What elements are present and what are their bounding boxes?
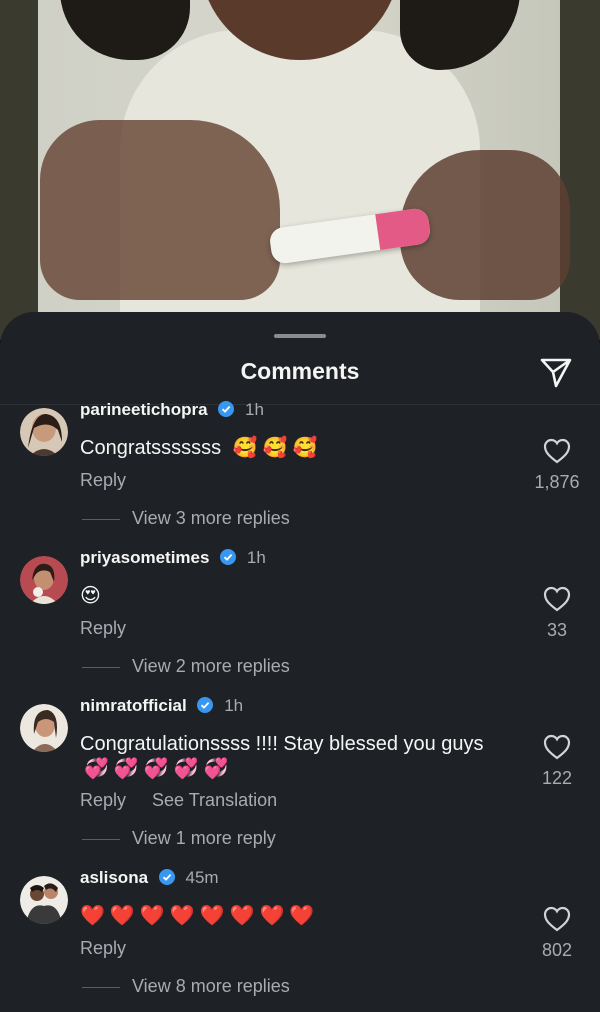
avatar[interactable] [20,408,68,456]
reply-line [82,518,120,520]
reply-button[interactable]: Reply [80,470,126,490]
post-image-hand-left [40,120,280,300]
emoji: ❤️ [169,905,195,927]
username-row: nimratofficial 1h [80,696,243,716]
emoji: 😍 [80,585,101,607]
emoji: ❤️ [109,905,135,927]
comment-time: 1h [246,548,266,567]
reply-button[interactable]: Reply [80,790,126,810]
comment-text: ❤️ ❤️ ❤️ ❤️ ❤️ ❤️ ❤️ ❤️ [80,904,500,929]
emoji: 💞 [113,758,139,780]
comment-text: 😍 [80,584,500,609]
like-count: 802 [541,940,573,960]
emoji: 💞 [143,758,169,780]
reply-line [82,666,120,668]
emoji: ❤️ [229,905,255,927]
reply-button[interactable]: Reply [80,938,126,958]
username-row: parineetichopra 1h [80,400,264,420]
like-count: 1,876 [534,472,580,492]
heart-outline-icon[interactable] [543,906,571,932]
post-image-hair [400,0,520,70]
view-more-replies[interactable]: View 8 more replies [82,976,290,997]
emoji: ❤️ [139,905,165,927]
like-count: 33 [546,620,568,640]
username[interactable]: priyasometimes [80,548,209,567]
sheet-title: Comments [240,358,360,384]
comment-text: Congratulationssss !!!! Stay blessed you… [80,732,500,782]
comments-sheet: Comments parineetichopra 1h Congratsssss… [0,312,600,1012]
comment-text: Congratsssssss 🥰 🥰 🥰 [80,436,500,461]
comment-time: 1h [224,696,244,715]
like-count: 122 [541,768,573,788]
avatar[interactable] [20,556,68,604]
comment-actions: Reply See Translation [80,790,303,811]
verified-badge-icon [197,697,214,713]
emoji: 💞 [173,758,199,780]
heart-outline-icon[interactable] [543,438,571,464]
avatar[interactable] [20,704,68,752]
post-image [0,0,600,340]
view-more-replies[interactable]: View 2 more replies [82,656,290,677]
emoji: 🥰 [262,437,288,459]
comment-actions: Reply [80,938,152,959]
drag-handle[interactable] [274,334,326,338]
comment-actions: Reply [80,470,152,491]
view-more-label: View 3 more replies [132,508,290,528]
emoji: ❤️ [289,905,315,927]
view-more-label: View 8 more replies [132,976,290,996]
comment-time: 45m [185,868,219,887]
emoji: ❤️ [199,905,225,927]
avatar[interactable] [20,876,68,924]
reply-line [82,986,120,988]
comment-text-body: Congratsssssss [80,437,222,459]
reply-line [82,838,120,840]
view-more-replies[interactable]: View 1 more reply [82,828,276,849]
verified-badge-icon [158,869,175,885]
username[interactable]: parineetichopra [80,400,208,419]
paper-plane-icon[interactable] [538,354,574,390]
heart-outline-icon[interactable] [543,586,571,612]
username[interactable]: aslisona [80,868,148,887]
verified-badge-icon [218,401,235,417]
view-more-label: View 1 more reply [132,828,276,848]
emoji: 💞 [203,758,229,780]
verified-badge-icon [220,549,237,565]
username[interactable]: nimratofficial [80,696,187,715]
username-row: aslisona 45m [80,868,219,888]
emoji: ❤️ [259,905,285,927]
emoji: 🥰 [232,437,258,459]
emoji: 💞 [84,758,109,780]
view-more-replies[interactable]: View 3 more replies [82,508,290,529]
heart-outline-icon[interactable] [543,734,571,760]
emoji: 🥰 [292,437,318,459]
view-more-label: View 2 more replies [132,656,290,676]
see-translation-button[interactable]: See Translation [152,790,277,810]
comment-actions: Reply [80,618,152,639]
reply-button[interactable]: Reply [80,618,126,638]
comment-text-body: Congratulationssss !!!! Stay blessed you… [80,733,484,755]
username-row: priyasometimes 1h [80,548,266,568]
comment-time: 1h [245,400,264,419]
emoji: ❤️ [80,905,105,927]
